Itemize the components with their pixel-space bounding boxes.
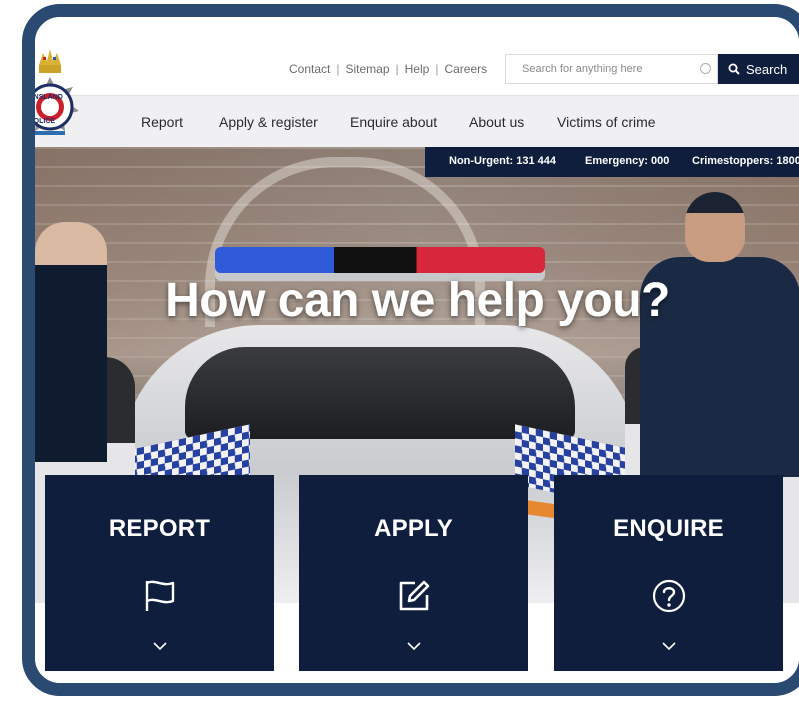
nav-item-enquire-about[interactable]: Enquire about — [350, 114, 437, 130]
separator: | — [336, 62, 340, 76]
report-card[interactable]: REPORT — [45, 475, 274, 671]
main-nav: Report Apply & register Enquire about Ab… — [35, 95, 799, 148]
search-box — [505, 54, 718, 84]
svg-text:ENSLAND: ENSLAND — [35, 94, 63, 101]
svg-text:POLICE: POLICE — [35, 118, 55, 125]
contact-link[interactable]: Contact — [289, 62, 330, 76]
page: Contact | Sitemap | Help | Careers Searc… — [35, 17, 799, 683]
non-urgent-number[interactable]: Non-Urgent: 131 444 — [449, 155, 556, 167]
nav-item-about-us[interactable]: About us — [469, 114, 524, 130]
utility-links: Contact | Sitemap | Help | Careers — [289, 62, 487, 76]
search-button[interactable]: Search — [718, 54, 799, 84]
flag-icon — [145, 580, 174, 611]
chevron-down-icon — [661, 642, 676, 651]
nav-item-victims-of-crime[interactable]: Victims of crime — [557, 114, 656, 130]
clear-search-icon[interactable] — [700, 63, 711, 74]
chevron-down-icon — [406, 642, 421, 651]
utility-bar: Contact | Sitemap | Help | Careers Searc… — [35, 17, 799, 95]
emergency-number[interactable]: Emergency: 000 — [585, 155, 669, 167]
qps-logo[interactable]: ENSLAND POLICE — [35, 47, 97, 159]
sitemap-link[interactable]: Sitemap — [345, 62, 389, 76]
apply-card-title: APPLY — [374, 515, 453, 542]
enquire-card-title: ENQUIRE — [613, 515, 724, 542]
nav-item-report[interactable]: Report — [141, 114, 183, 130]
separator: | — [395, 62, 399, 76]
search-input[interactable] — [522, 55, 692, 83]
report-card-title: REPORT — [108, 515, 211, 542]
officer-right-head — [685, 192, 745, 262]
separator: | — [435, 62, 439, 76]
careers-link[interactable]: Careers — [444, 62, 487, 76]
device-frame: Contact | Sitemap | Help | Careers Searc… — [22, 4, 799, 696]
help-link[interactable]: Help — [405, 62, 430, 76]
hero-title: How can we help you? — [165, 274, 670, 327]
search-button-label: Search — [746, 61, 788, 77]
nav-item-apply-register[interactable]: Apply & register — [219, 114, 318, 130]
question-icon — [652, 579, 685, 613]
enquire-card[interactable]: ENQUIRE — [554, 475, 783, 671]
chevron-down-icon — [152, 642, 167, 651]
apply-card[interactable]: APPLY — [299, 475, 528, 671]
officer-left — [35, 222, 107, 462]
crimestoppers-number[interactable]: Crimestoppers: 1800 — [692, 155, 799, 167]
siren-lightbar — [215, 247, 545, 273]
search-icon — [728, 63, 740, 75]
emergency-numbers: Non-Urgent: 131 444 Emergency: 000 Crime… — [425, 147, 799, 177]
edit-icon — [399, 580, 429, 611]
